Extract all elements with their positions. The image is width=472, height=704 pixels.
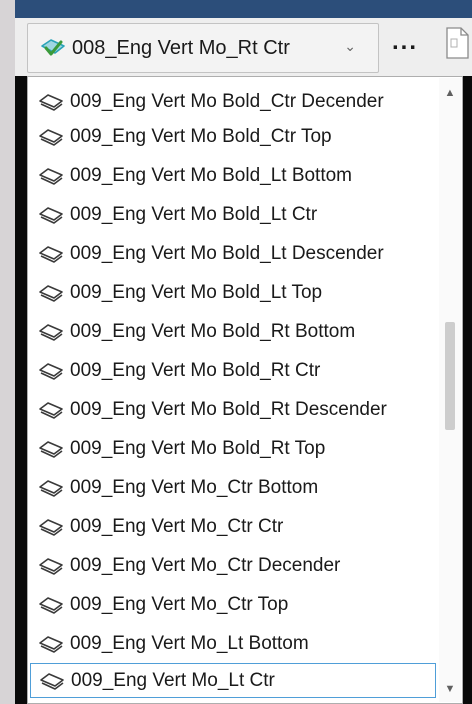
text-style-icon: [38, 439, 66, 459]
list-item[interactable]: 009_Eng Vert Mo Bold_Ctr Decender: [30, 84, 436, 119]
text-style-icon: [38, 478, 66, 498]
list-item-label: 009_Eng Vert Mo Bold_Lt Top: [70, 281, 323, 303]
list-item-label: 009_Eng Vert Mo Bold_Rt Top: [70, 437, 326, 459]
list-item[interactable]: 009_Eng Vert Mo Bold_Rt Bottom: [30, 314, 436, 349]
style-dropdown-list[interactable]: 009_Eng Vert Mo Bold_Ctr Decender 009_En…: [27, 76, 463, 704]
list-item[interactable]: 009_Eng Vert Mo_Lt Bottom: [30, 626, 436, 661]
list-item-label: 009_Eng Vert Mo_Ctr Decender: [70, 554, 341, 576]
list-item-label: 009_Eng Vert Mo Bold_Rt Ctr: [70, 359, 321, 381]
text-style-icon: [38, 400, 66, 420]
text-style-icon: [38, 283, 66, 303]
chevron-down-icon[interactable]: ⌄: [344, 38, 356, 55]
title-bar: [15, 0, 472, 18]
list-item[interactable]: 009_Eng Vert Mo_Ctr Ctr: [30, 509, 436, 544]
document-icon[interactable]: [444, 26, 470, 60]
list-item[interactable]: 009_Eng Vert Mo Bold_Lt Bottom: [30, 158, 436, 193]
text-style-icon: [38, 361, 66, 381]
list-item[interactable]: 009_Eng Vert Mo_Ctr Bottom: [30, 470, 436, 505]
text-style-icon: [38, 517, 66, 537]
more-button[interactable]: ...: [392, 28, 418, 56]
list-item[interactable]: 009_Eng Vert Mo Bold_Lt Ctr: [30, 197, 436, 232]
text-style-icon: [38, 244, 66, 264]
scroll-up-arrow-icon[interactable]: ▲: [439, 82, 461, 104]
list-item-label: 009_Eng Vert Mo_Lt Bottom: [70, 632, 309, 654]
text-style-icon: [38, 634, 66, 654]
scroll-down-arrow-icon[interactable]: ▼: [439, 678, 461, 700]
checked-text-style-icon: [40, 37, 66, 59]
list-item[interactable]: 009_Eng Vert Mo_Ctr Decender: [30, 548, 436, 583]
list-item-label: 009_Eng Vert Mo Bold_Lt Descender: [70, 242, 384, 264]
list-item[interactable]: 009_Eng Vert Mo Bold_Lt Descender: [30, 236, 436, 271]
text-style-combobox[interactable]: 008_Eng Vert Mo_Rt Ctr ⌄: [27, 23, 379, 73]
scrollbar-thumb[interactable]: [445, 322, 455, 430]
list-item-focused[interactable]: 009_Eng Vert Mo_Lt Ctr: [30, 663, 436, 698]
vertical-scrollbar[interactable]: ▲ ▼: [439, 78, 461, 702]
list-item[interactable]: 009_Eng Vert Mo_Ctr Top: [30, 587, 436, 622]
list-item-label: 009_Eng Vert Mo Bold_Lt Bottom: [70, 164, 353, 186]
text-style-icon: [38, 92, 66, 112]
list-item-label: 009_Eng Vert Mo Bold_Rt Bottom: [70, 320, 356, 342]
list-item[interactable]: 009_Eng Vert Mo Bold_Ctr Top: [30, 119, 436, 154]
text-style-icon: [38, 205, 66, 225]
text-style-icon: [38, 322, 66, 342]
text-style-icon: [38, 556, 66, 576]
list-item-label: 009_Eng Vert Mo Bold_Lt Ctr: [70, 203, 318, 225]
list-item-label: 009_Eng Vert Mo_Lt Ctr: [71, 669, 275, 691]
list-item-label: 009_Eng Vert Mo Bold_Rt Descender: [70, 398, 387, 420]
list-item[interactable]: 009_Eng Vert Mo Bold_Lt Top: [30, 275, 436, 310]
text-style-icon: [39, 671, 67, 691]
list-item[interactable]: 009_Eng Vert Mo Bold_Rt Top: [30, 431, 436, 466]
selected-style-label: 008_Eng Vert Mo_Rt Ctr: [72, 36, 290, 59]
list-item-label: 009_Eng Vert Mo_Ctr Ctr: [70, 515, 284, 537]
text-style-icon: [38, 595, 66, 615]
text-style-icon: [38, 127, 66, 147]
text-style-icon: [38, 166, 66, 186]
list-item[interactable]: 009_Eng Vert Mo Bold_Rt Descender: [30, 392, 436, 427]
list-item[interactable]: 009_Eng Vert Mo Bold_Rt Ctr: [30, 353, 436, 388]
list-item-label: 009_Eng Vert Mo_Ctr Bottom: [70, 476, 319, 498]
list-item-label: 009_Eng Vert Mo Bold_Ctr Decender: [70, 90, 384, 112]
list-item-label: 009_Eng Vert Mo Bold_Ctr Top: [70, 125, 332, 147]
list-item-label: 009_Eng Vert Mo_Ctr Top: [70, 593, 289, 615]
